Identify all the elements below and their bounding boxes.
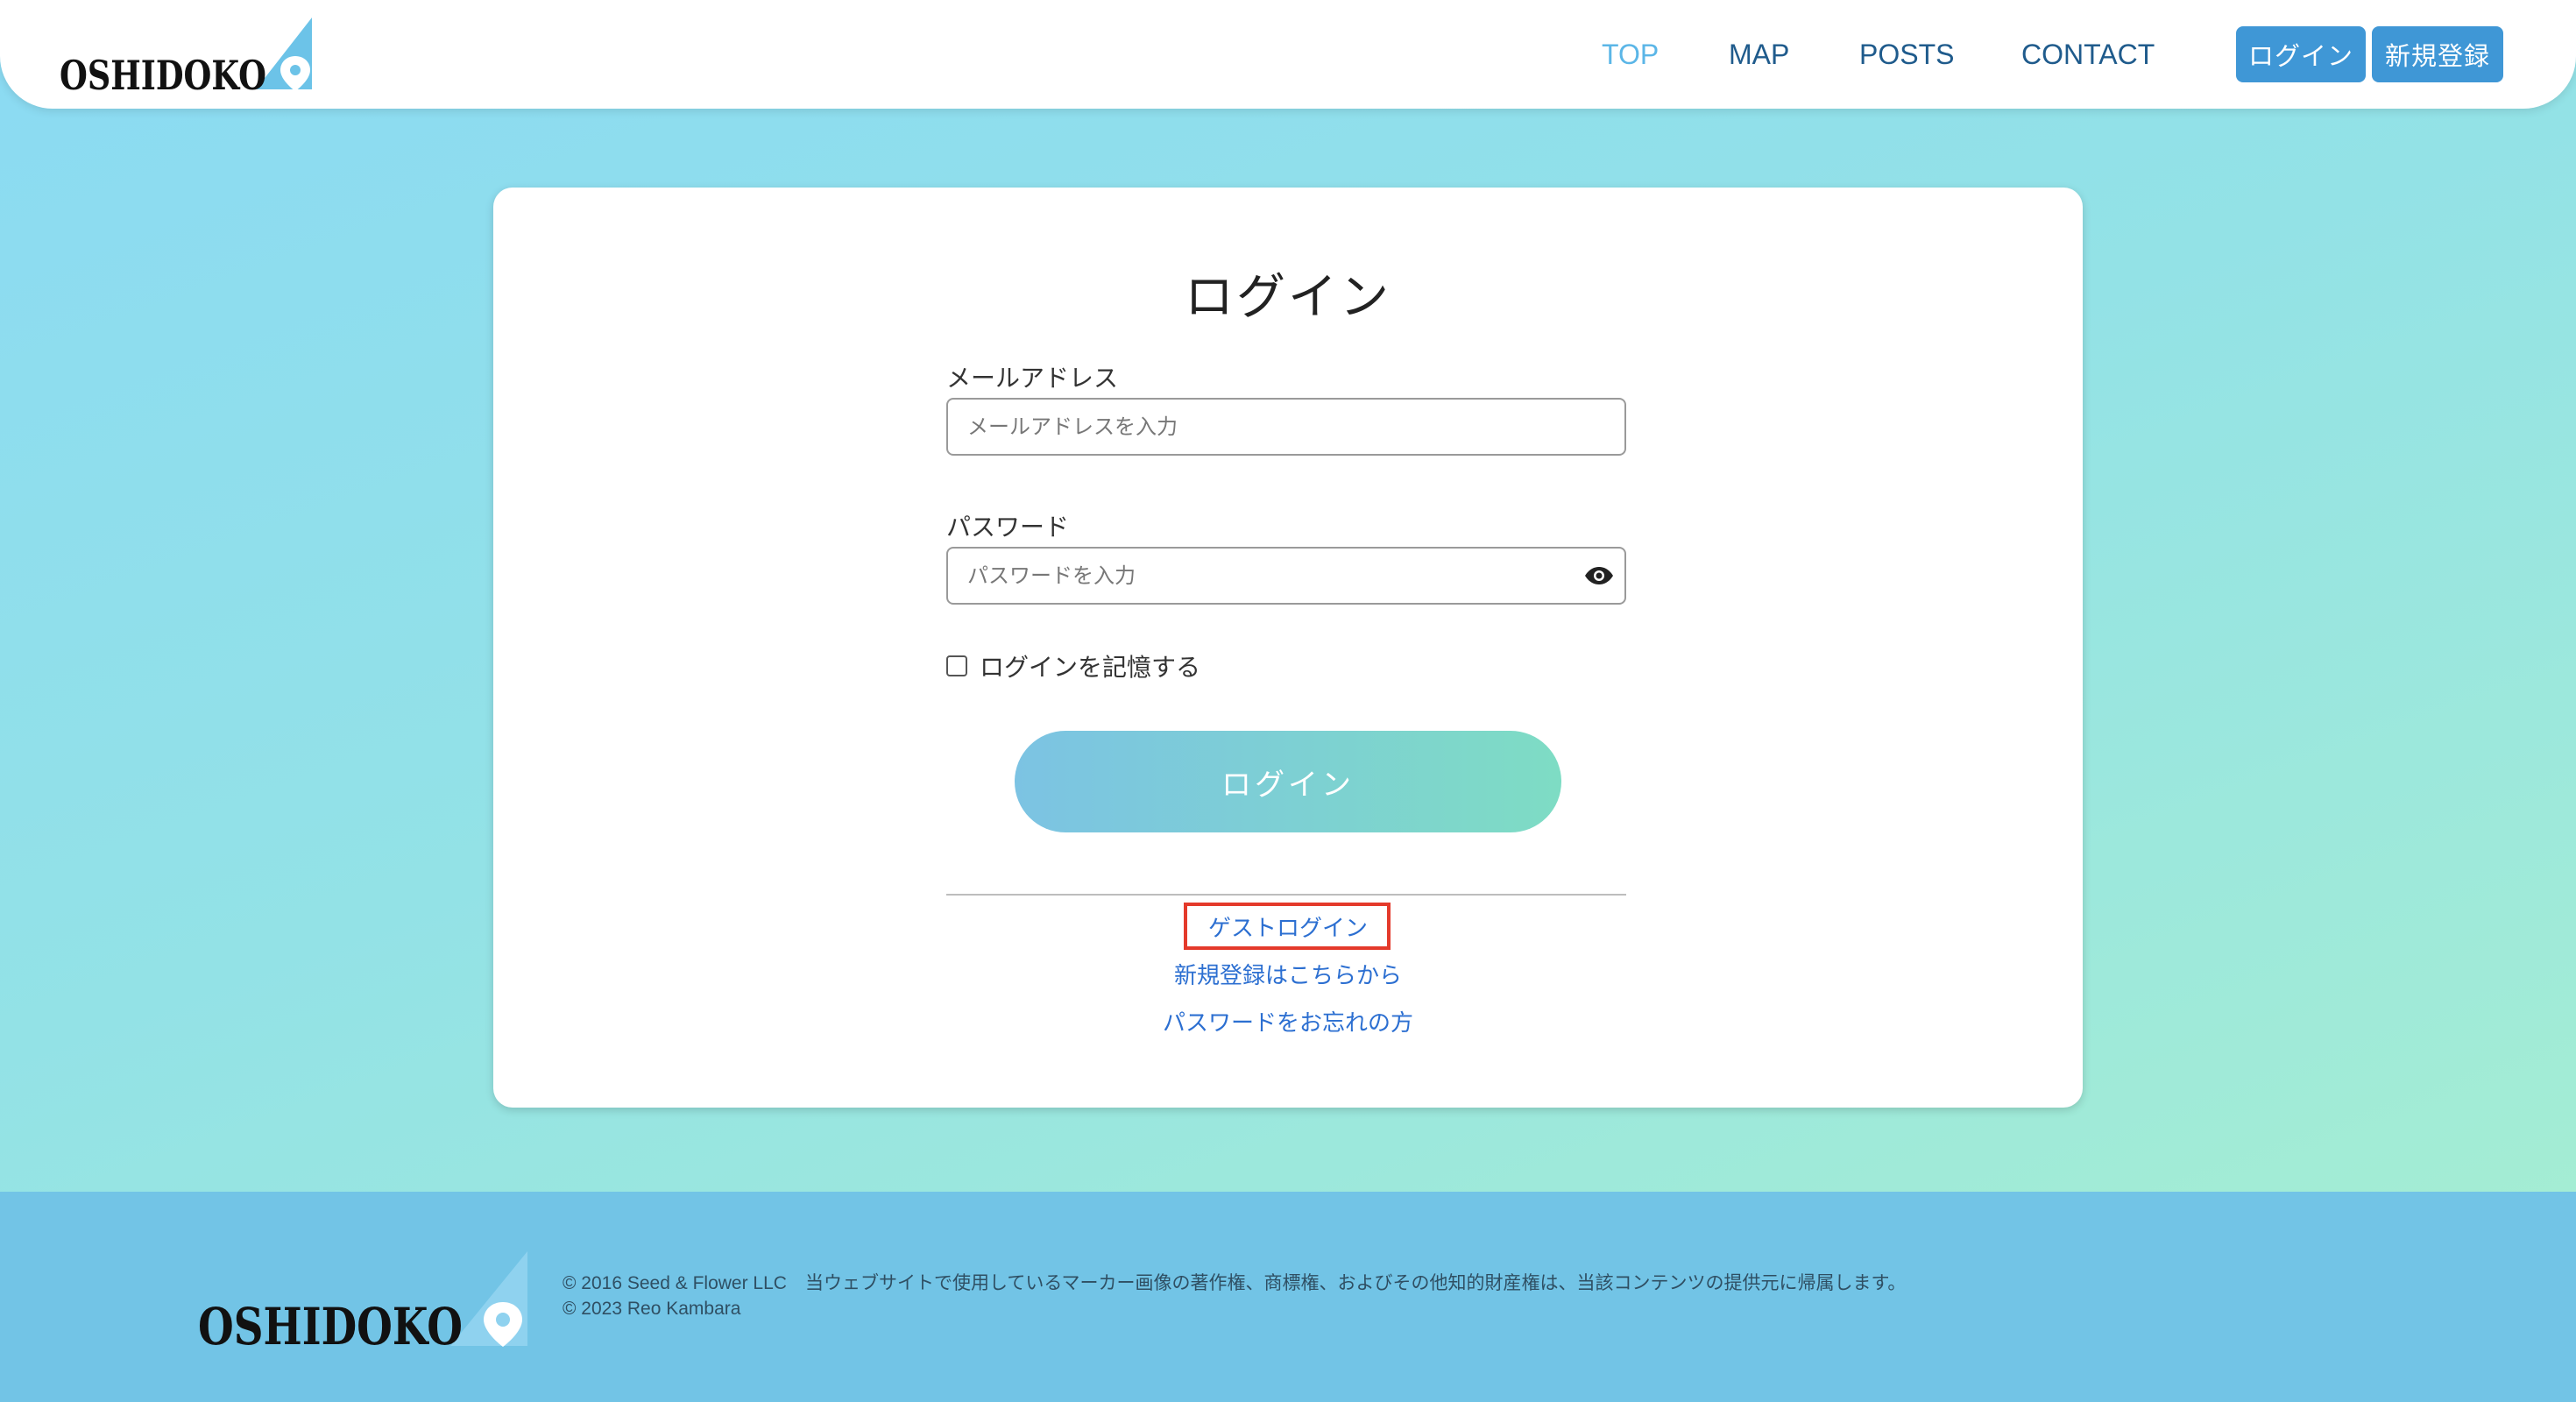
nav-contact[interactable]: CONTACT (2021, 39, 2155, 71)
header-login-button[interactable]: ログイン (2236, 26, 2366, 82)
guest-login-link[interactable]: ゲストログイン (493, 910, 2083, 943)
login-card: ログイン メールアドレス パスワード ログインを記憶する ログイン ゲストログイ… (493, 188, 2083, 1108)
header-signup-button[interactable]: 新規登録 (2372, 26, 2503, 82)
login-submit-button[interactable]: ログイン (1015, 731, 1561, 832)
nav-top[interactable]: TOP (1602, 39, 1659, 71)
eye-icon[interactable] (1584, 566, 1614, 585)
remember-checkbox[interactable] (946, 655, 967, 676)
footer-logo-text: OSHIDOKO (198, 1297, 463, 1349)
password-label: パスワード (946, 513, 1070, 542)
footer-author: © 2023 Reo Kambara (563, 1299, 741, 1319)
footer-logo[interactable]: OSHIDOKO (196, 1251, 529, 1349)
site-footer: OSHIDOKO © 2016 Seed & Flower LLC 当ウェブサイ… (0, 1192, 2576, 1402)
logo-text: OSHIDOKO (60, 52, 266, 93)
remember-me[interactable]: ログインを記憶する (946, 648, 1200, 683)
remember-label: ログインを記憶する (980, 653, 1201, 682)
nav-map[interactable]: MAP (1729, 39, 1789, 71)
forgot-password-link[interactable]: パスワードをお忘れの方 (493, 1005, 2083, 1037)
signup-link[interactable]: 新規登録はこちらから (493, 958, 2083, 990)
password-field[interactable] (946, 547, 1626, 605)
email-label: メールアドレス (946, 364, 1119, 393)
divider (946, 894, 1626, 896)
nav-posts[interactable]: POSTS (1859, 39, 1954, 71)
page-title: ログイン (1185, 269, 1391, 326)
footer-copyright: © 2016 Seed & Flower LLC 当ウェブサイトで使用しているマ… (563, 1273, 1907, 1293)
site-logo[interactable]: OSHIDOKO (58, 16, 317, 93)
site-header: OSHIDOKO TOP MAP POSTS CONTACT ログイン 新規登録 (0, 0, 2576, 109)
email-field[interactable] (946, 398, 1626, 456)
